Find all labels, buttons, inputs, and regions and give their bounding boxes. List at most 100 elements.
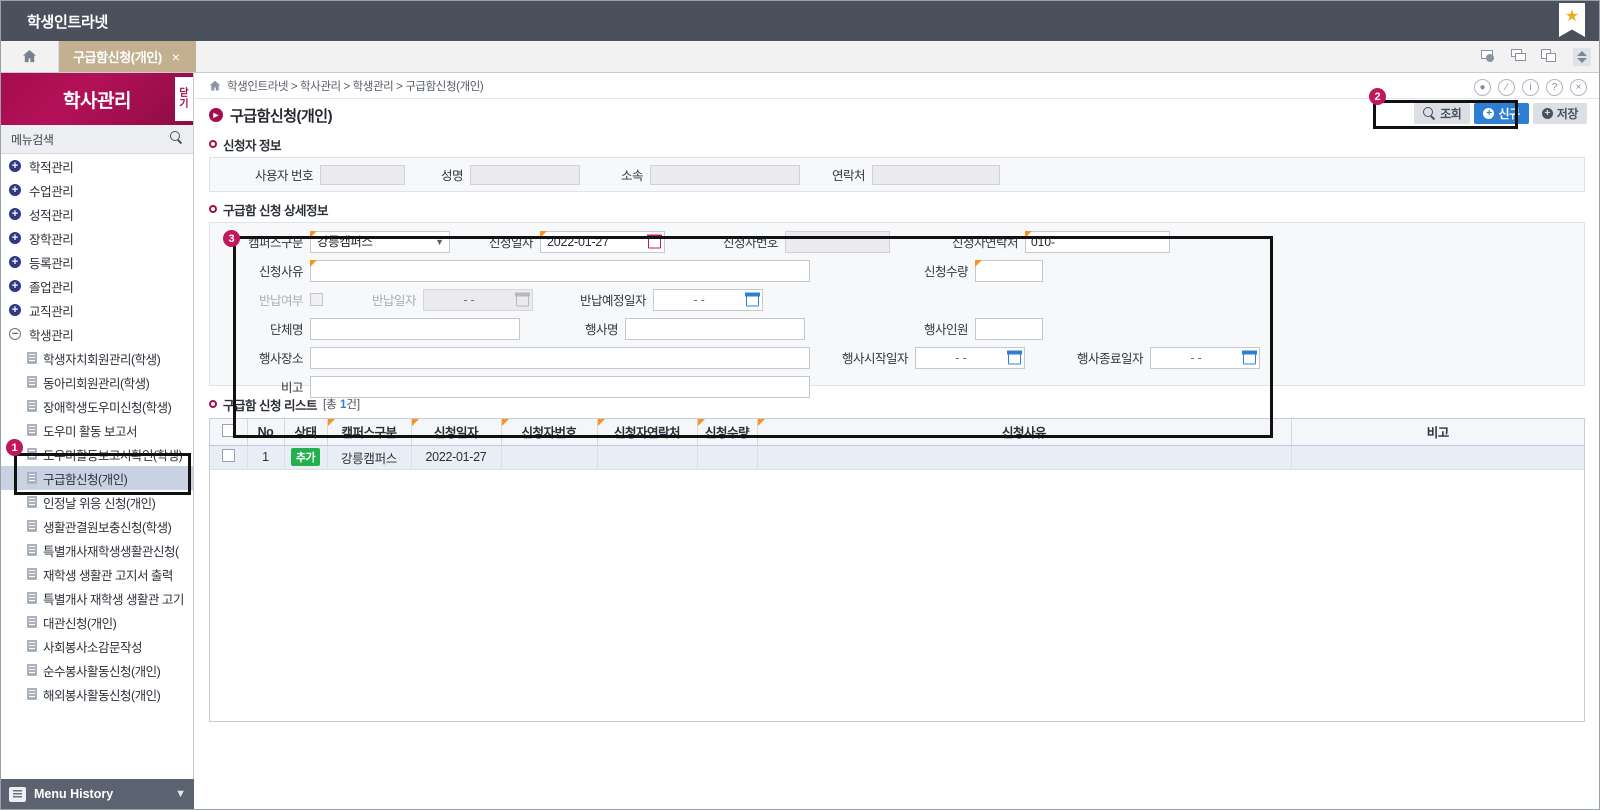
sidebar-item-8[interactable]: 특별개사재학생생활관신청( bbox=[1, 538, 193, 562]
col-campus[interactable]: 캠퍼스구분 bbox=[327, 419, 411, 445]
user-no-field[interactable] bbox=[320, 165, 405, 185]
sidebar-item-1[interactable]: 동아리회원관리(학생) bbox=[1, 370, 193, 394]
event-count-field[interactable] bbox=[975, 318, 1043, 340]
scroll-up-arrow[interactable] bbox=[1577, 51, 1587, 56]
calendar-icon[interactable] bbox=[516, 293, 529, 306]
col-reason[interactable]: 신청사유 bbox=[757, 419, 1291, 445]
tab-close-icon[interactable]: × bbox=[172, 49, 180, 65]
sidebar-item-3[interactable]: 도우미 활동 보고서 bbox=[1, 418, 193, 442]
breadcrumb: 학생인트라넷 > 학사관리 > 학생관리 > 구급함신청(개인) bbox=[195, 73, 1599, 99]
sidebar-item-13[interactable]: 순수봉사활동신청(개인) bbox=[1, 658, 193, 682]
org-field[interactable] bbox=[310, 318, 520, 340]
applicant-tel-field[interactable] bbox=[1025, 231, 1170, 253]
sidebar-group-2[interactable]: + 성적관리 bbox=[1, 202, 193, 226]
pencil-icon[interactable]: ∕ bbox=[1498, 79, 1515, 96]
close-window-icon[interactable] bbox=[1481, 49, 1499, 64]
apply-date-field[interactable]: 2022-01-27 bbox=[540, 231, 665, 253]
reason-label: 신청사유 bbox=[210, 261, 310, 280]
document-icon bbox=[27, 352, 37, 364]
col-qty[interactable]: 신청수량 bbox=[697, 419, 757, 445]
sidebar-item-10[interactable]: 특별개사 재학생 생활관 고기 bbox=[1, 586, 193, 610]
sidebar: 학사관리 닫기 메뉴검색 + 학적관리 + 수업관리 + 성적관리 + bbox=[1, 73, 194, 809]
calendar-icon[interactable] bbox=[648, 235, 661, 248]
applicant-section-label: 신청자 정보 bbox=[195, 133, 1599, 155]
menu-history-bar[interactable]: Menu History ▼ bbox=[1, 779, 194, 809]
sidebar-group-6[interactable]: + 교직관리 bbox=[1, 298, 193, 322]
col-no[interactable]: No bbox=[247, 419, 284, 445]
applicant-tel-wrap bbox=[1025, 231, 1170, 253]
applicant-no-field[interactable] bbox=[785, 231, 890, 253]
sidebar-group-3[interactable]: + 장학관리 bbox=[1, 226, 193, 250]
select-all-header[interactable] bbox=[210, 419, 247, 445]
tel-field[interactable] bbox=[872, 165, 1000, 185]
qty-field[interactable] bbox=[975, 260, 1043, 282]
new-button[interactable]: + 신규 bbox=[1474, 103, 1528, 124]
sidebar-group-1[interactable]: + 수업관리 bbox=[1, 178, 193, 202]
breadcrumb-text: 학생인트라넷 > 학사관리 > 학생관리 > 구급함신청(개인) bbox=[227, 78, 483, 94]
menu-search-bar[interactable]: 메뉴검색 bbox=[1, 125, 193, 154]
calendar-icon[interactable] bbox=[1008, 351, 1021, 364]
save-button[interactable]: + 저장 bbox=[1533, 103, 1587, 124]
sidebar-item-11[interactable]: 대관신청(개인) bbox=[1, 610, 193, 634]
col-applicant-no[interactable]: 신청자번호 bbox=[501, 419, 597, 445]
name-field[interactable] bbox=[470, 165, 580, 185]
row-checkbox[interactable] bbox=[222, 449, 235, 462]
sidebar-item-6[interactable]: 인정날 위응 신청(개인) bbox=[1, 490, 193, 514]
tab-strip: 구급함신청(개인) × bbox=[1, 41, 1599, 73]
table-row[interactable]: 1 추가 강릉캠퍼스 2022-01-27 bbox=[210, 445, 1584, 469]
scroll-spinner[interactable] bbox=[1573, 48, 1591, 66]
help-icon[interactable]: ? bbox=[1546, 79, 1563, 96]
search-button-label: 조회 bbox=[1440, 105, 1461, 122]
user-icon[interactable]: ● bbox=[1474, 79, 1491, 96]
applicant-section-title: 신청자 정보 bbox=[223, 135, 281, 154]
sidebar-group-7[interactable]: − 학생관리 bbox=[1, 322, 193, 346]
note-field[interactable] bbox=[310, 376, 810, 398]
sidebar-group-5[interactable]: + 졸업관리 bbox=[1, 274, 193, 298]
row-checkbox-cell[interactable] bbox=[210, 445, 247, 469]
sidebar-group-0[interactable]: + 학적관리 bbox=[1, 154, 193, 178]
campus-select[interactable]: 강릉캠퍼스 bbox=[310, 231, 450, 253]
select-all-checkbox[interactable] bbox=[222, 424, 235, 437]
star-flag-icon[interactable]: ★ bbox=[1559, 3, 1585, 37]
row-campus: 강릉캠퍼스 bbox=[327, 445, 411, 469]
sidebar-item-0[interactable]: 학생자치회원관리(학생) bbox=[1, 346, 193, 370]
event-place-field[interactable] bbox=[310, 347, 810, 369]
close-icon[interactable]: × bbox=[1570, 79, 1587, 96]
tab-active[interactable]: 구급함신청(개인) × bbox=[59, 41, 196, 72]
search-button[interactable]: 조회 bbox=[1414, 103, 1470, 124]
document-icon bbox=[27, 688, 37, 700]
event-name-field[interactable] bbox=[625, 318, 805, 340]
sidebar-group-4[interactable]: + 등록관리 bbox=[1, 250, 193, 274]
scroll-down-arrow[interactable] bbox=[1577, 58, 1587, 63]
sidebar-item-2[interactable]: 장애학생도우미신청(학생) bbox=[1, 394, 193, 418]
return-flag-label: 반납여부 bbox=[210, 290, 310, 309]
col-status[interactable]: 상태 bbox=[284, 419, 327, 445]
calendar-icon[interactable] bbox=[746, 293, 759, 306]
search-icon[interactable] bbox=[170, 131, 183, 147]
event-count-label: 행사인원 bbox=[805, 319, 975, 338]
chevron-down-icon[interactable]: ▼ bbox=[175, 788, 186, 800]
sidebar-item-9[interactable]: 재학생 생활관 고지서 출력 bbox=[1, 562, 193, 586]
col-applicant-tel[interactable]: 신청자연락처 bbox=[597, 419, 697, 445]
calendar-icon[interactable] bbox=[1243, 351, 1256, 364]
cascade-windows-icon[interactable] bbox=[1511, 49, 1529, 64]
affiliation-field[interactable] bbox=[650, 165, 800, 185]
tab-home[interactable] bbox=[1, 41, 59, 72]
col-apply-date[interactable]: 신청일자 bbox=[411, 419, 501, 445]
return-date-wrap: - - bbox=[423, 289, 533, 311]
tile-windows-icon[interactable] bbox=[1541, 49, 1559, 64]
col-note[interactable]: 비고 bbox=[1291, 419, 1584, 445]
sidebar-item-4[interactable]: 도우미활동보고서확인(학생) bbox=[1, 442, 193, 466]
sidebar-item-5-selected[interactable]: 구급함신청(개인) bbox=[1, 466, 193, 490]
reason-field[interactable] bbox=[310, 260, 810, 282]
sidebar-item-7[interactable]: 생활관결원보충신청(학생) bbox=[1, 514, 193, 538]
detail-section-title: 구급함 신청 상세정보 bbox=[223, 200, 328, 219]
table-header-row: No 상태 캠퍼스구분 신청일자 신청자번호 신청자연락처 신청수량 신청사유 … bbox=[210, 419, 1584, 445]
sidebar-item-12[interactable]: 사회봉사소감문작성 bbox=[1, 634, 193, 658]
detail-section-label: 구급함 신청 상세정보 bbox=[195, 198, 1599, 220]
return-flag-checkbox[interactable] bbox=[310, 293, 323, 306]
info-icon[interactable]: i bbox=[1522, 79, 1539, 96]
sidebar-item-14[interactable]: 해외봉사활동신청(개인) bbox=[1, 682, 193, 706]
sidebar-collapse-button[interactable]: 닫기 bbox=[175, 77, 193, 121]
event-end-wrap: - - bbox=[1150, 347, 1260, 369]
